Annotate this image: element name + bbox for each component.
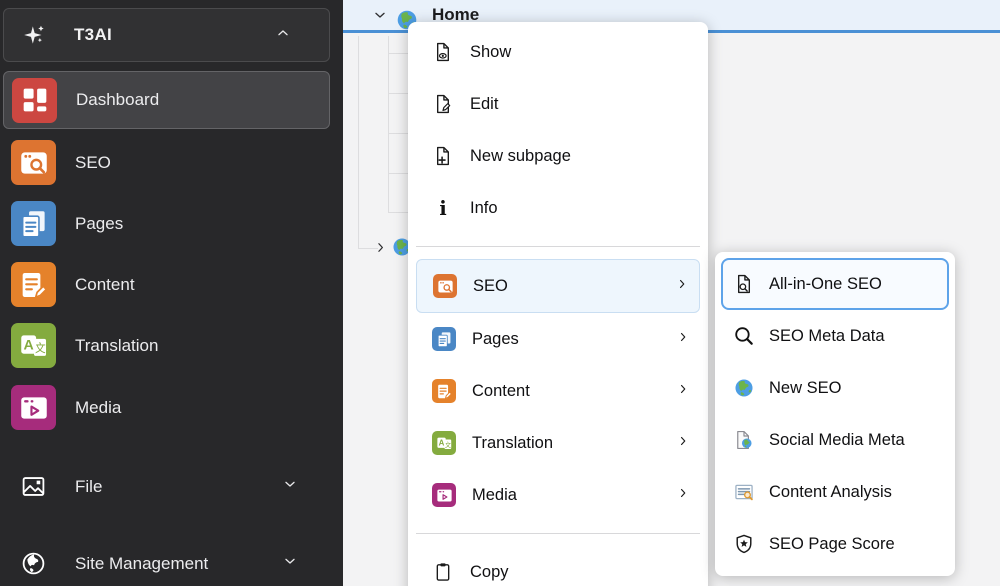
chevron-up-icon — [275, 25, 291, 46]
submenu-item-new-seo[interactable]: New SEO — [721, 362, 949, 414]
sidebar-item-media[interactable]: Media — [0, 377, 343, 438]
menu-item-label: Info — [470, 198, 498, 217]
context-menu-item-pages[interactable]: Pages — [408, 313, 708, 365]
clipboard-icon — [432, 561, 454, 583]
tree-row-divider — [388, 133, 408, 134]
menu-item-label: SEO Page Score — [769, 534, 895, 553]
sidebar-item-label: Translation — [75, 335, 159, 355]
tree-node-collapsed[interactable] — [373, 236, 413, 258]
context-menu: Show Edit New subpage Info SEO Pages Con… — [408, 22, 708, 586]
sidebar-group-site-management[interactable]: Site Management — [0, 533, 343, 586]
tree-row-divider — [388, 173, 408, 174]
context-menu-item-show[interactable]: Show — [408, 26, 708, 78]
menu-item-label: Edit — [470, 94, 499, 113]
tree-guide-line — [358, 36, 359, 249]
context-menu-item-translation[interactable]: Translation — [408, 417, 708, 469]
chevron-right-icon[interactable] — [373, 240, 388, 255]
menu-item-label: SEO Meta Data — [769, 326, 885, 345]
menu-item-label: All-in-One SEO — [769, 274, 882, 293]
menu-divider — [416, 533, 700, 534]
tree-row-divider — [388, 93, 408, 94]
content-icon — [11, 262, 56, 307]
context-menu-item-new-subpage[interactable]: New subpage — [408, 130, 708, 182]
menu-item-label: SEO — [473, 276, 508, 295]
submenu-item-seo-meta-data[interactable]: SEO Meta Data — [721, 310, 949, 362]
image-icon — [11, 464, 56, 509]
pages-icon — [432, 327, 456, 351]
seo-icon — [11, 140, 56, 185]
menu-item-label: Social Media Meta — [769, 430, 905, 449]
translation-icon — [432, 431, 456, 455]
submenu-item-social-media-meta[interactable]: Social Media Meta — [721, 414, 949, 466]
pages-icon — [11, 201, 56, 246]
chevron-right-icon — [676, 434, 690, 453]
sidebar-item-dashboard[interactable]: Dashboard — [3, 71, 330, 129]
sidebar-item-label: Pages — [75, 213, 124, 233]
dashboard-icon — [12, 77, 57, 123]
sidebar-item-translation[interactable]: Translation — [0, 315, 343, 376]
menu-item-label: New SEO — [769, 378, 842, 397]
sidebar-group-t3ai[interactable]: T3AI — [3, 8, 330, 62]
page-plus-icon — [432, 145, 454, 167]
globe-icon — [11, 541, 56, 586]
media-icon — [11, 385, 56, 430]
tree-row-divider — [388, 212, 408, 213]
sidebar-item-pages[interactable]: Pages — [0, 193, 343, 254]
menu-item-label: Content — [472, 381, 530, 400]
sidebar-item-content[interactable]: Content — [0, 254, 343, 315]
module-sidebar: T3AI Dashboard SEO Pages Content Transla… — [0, 0, 343, 586]
context-menu-item-edit[interactable]: Edit — [408, 78, 708, 130]
page-globe-icon — [733, 429, 755, 451]
menu-item-label: Media — [472, 485, 517, 504]
sidebar-item-seo[interactable]: SEO — [0, 132, 343, 193]
content-icon — [432, 379, 456, 403]
sidebar-group-label: Site Management — [75, 553, 209, 573]
context-menu-item-media[interactable]: Media — [408, 469, 708, 521]
sidebar-group-file[interactable]: File — [0, 456, 343, 517]
chevron-right-icon — [676, 330, 690, 349]
menu-item-label: New subpage — [470, 146, 571, 165]
sidebar-item-label: SEO — [75, 152, 111, 172]
menu-item-label: Copy — [470, 562, 509, 581]
page-pencil-icon — [432, 93, 454, 115]
sidebar-group-label: File — [75, 476, 103, 496]
sidebar-group-t3ai-label: T3AI — [74, 25, 113, 44]
submenu-item-content-analysis[interactable]: Content Analysis — [721, 466, 949, 518]
globe-color-icon — [733, 377, 755, 399]
chevron-down-icon — [282, 476, 298, 497]
sidebar-item-label: Media — [75, 397, 122, 417]
menu-item-label: Content Analysis — [769, 482, 892, 501]
chevron-right-icon — [676, 382, 690, 401]
chevron-down-icon[interactable] — [372, 7, 388, 23]
shield-star-icon — [733, 533, 755, 555]
menu-divider — [416, 246, 700, 247]
tree-guide-line — [388, 36, 389, 213]
page-search-icon — [733, 273, 755, 295]
context-menu-item-copy[interactable]: Copy — [408, 546, 708, 586]
context-menu-item-content[interactable]: Content — [408, 365, 708, 417]
sidebar-item-label: Dashboard — [76, 90, 160, 109]
submenu-item-all-in-one-seo[interactable]: All-in-One SEO — [721, 258, 949, 310]
chevron-right-icon — [675, 277, 689, 296]
menu-item-label: Translation — [472, 433, 554, 452]
tree-row-divider — [388, 53, 408, 54]
page-eye-icon — [432, 41, 454, 63]
sparkles-icon — [22, 22, 48, 48]
chevron-right-icon — [676, 486, 690, 505]
info-icon — [432, 197, 454, 219]
submenu-item-seo-page-score[interactable]: SEO Page Score — [721, 518, 949, 570]
doc-analysis-icon — [733, 481, 755, 503]
context-menu-item-info[interactable]: Info — [408, 182, 708, 234]
sidebar-item-label: Content — [75, 274, 135, 294]
chevron-down-icon — [282, 553, 298, 574]
context-menu-item-seo[interactable]: SEO — [416, 259, 700, 313]
menu-item-label: Pages — [472, 329, 519, 348]
translation-icon — [11, 323, 56, 368]
magnifier-icon — [733, 325, 755, 347]
media-icon — [432, 483, 456, 507]
menu-item-label: Show — [470, 42, 512, 61]
seo-submenu: All-in-One SEO SEO Meta Data New SEO Soc… — [715, 252, 955, 576]
seo-icon — [433, 274, 457, 298]
